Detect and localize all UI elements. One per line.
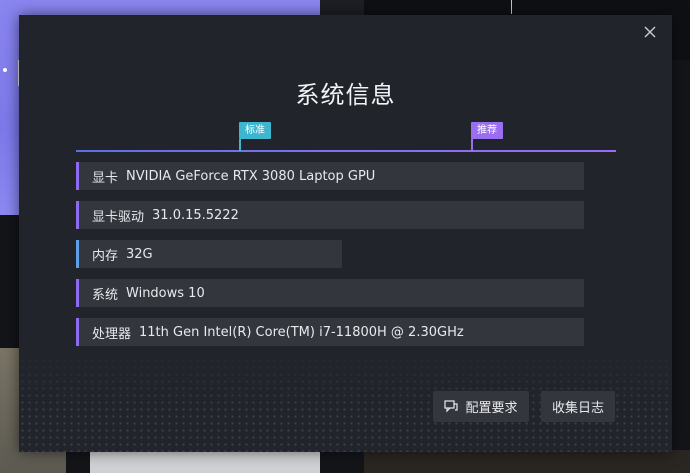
requirements-label: 配置要求 bbox=[465, 401, 518, 416]
gpu-value: NVIDIA GeForce RTX 3080 Laptop GPU bbox=[126, 168, 376, 184]
os-row: 系统 Windows 10 bbox=[76, 279, 584, 307]
cpu-row: 处理器 11th Gen Intel(R) Core(TM) i7-11800H… bbox=[76, 318, 584, 346]
chat-icon bbox=[444, 400, 459, 413]
requirements-button[interactable]: 配置要求 bbox=[433, 391, 529, 422]
dialog-title: 系统信息 bbox=[295, 81, 396, 109]
background-divider bbox=[511, 0, 512, 14]
system-info-dialog: 系统信息 标准 推荐 显卡 NVIDIA GeForce RTX 3080 La… bbox=[19, 15, 672, 452]
recommended-tag: 推荐 bbox=[471, 122, 503, 139]
os-label: 系统 bbox=[92, 287, 119, 303]
memory-row: 内存 32G bbox=[76, 240, 342, 268]
background-thumbnail bbox=[364, 450, 690, 473]
memory-value: 32G bbox=[126, 246, 153, 262]
cpu-value: 11th Gen Intel(R) Core(TM) i7-11800H @ 2… bbox=[139, 324, 464, 340]
close-icon[interactable] bbox=[641, 23, 659, 41]
recommended-tick bbox=[471, 139, 473, 151]
background-dot bbox=[3, 68, 7, 72]
gpu-row: 显卡 NVIDIA GeForce RTX 3080 Laptop GPU bbox=[76, 162, 584, 190]
gpu-driver-label: 显卡驱动 bbox=[92, 209, 145, 225]
memory-label: 内存 bbox=[92, 248, 119, 264]
background-thumbnail bbox=[90, 450, 320, 473]
gpu-label: 显卡 bbox=[92, 170, 119, 186]
collect-logs-button[interactable]: 收集日志 bbox=[541, 391, 615, 422]
gpu-driver-row: 显卡驱动 31.0.15.5222 bbox=[76, 201, 584, 229]
cpu-label: 处理器 bbox=[92, 326, 132, 342]
gpu-driver-value: 31.0.15.5222 bbox=[152, 207, 239, 223]
standard-tag: 标准 bbox=[239, 122, 271, 139]
performance-scale-line bbox=[76, 150, 616, 152]
os-value: Windows 10 bbox=[126, 285, 205, 301]
standard-tick bbox=[239, 139, 241, 151]
collect-logs-label: 收集日志 bbox=[551, 401, 604, 416]
